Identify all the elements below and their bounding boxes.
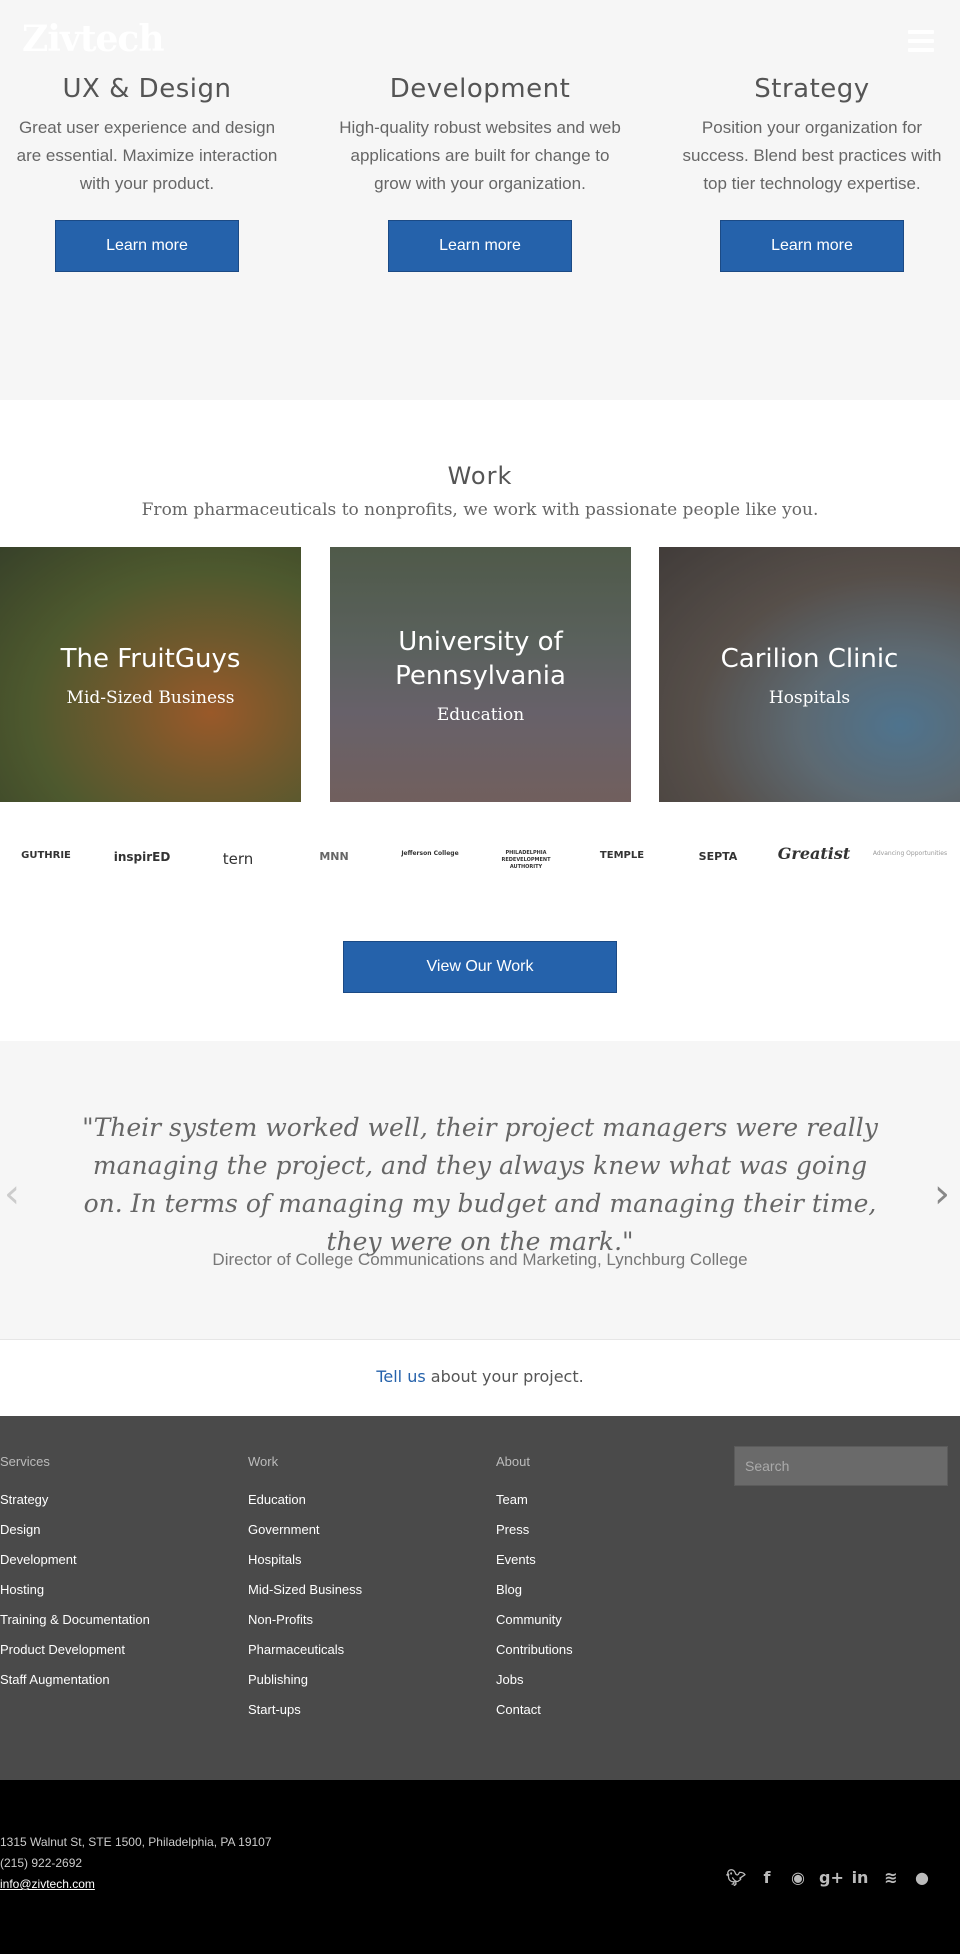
email-link[interactable]: info@zivtech.com: [0, 1877, 95, 1891]
footer-link[interactable]: Community: [496, 1605, 716, 1635]
client-logo: TEMPLE: [599, 850, 645, 861]
testimonial-section: ‹ "Their system worked well, their proje…: [0, 1041, 960, 1339]
card-title: University of Pennsylvania: [395, 626, 566, 691]
footer-link[interactable]: Publishing: [248, 1665, 468, 1695]
footer-heading[interactable]: About: [496, 1454, 716, 1469]
card-title: Carilion Clinic: [720, 643, 899, 674]
section-subtitle: From pharmaceuticals to nonprofits, we w…: [141, 500, 819, 520]
section-title: Work: [447, 462, 513, 490]
client-logo: SEPTA: [698, 850, 738, 863]
footer-link[interactable]: Start-ups: [248, 1695, 468, 1725]
client-logo: PHILADELPHIA REDEVELOPMENT AUTHORITY: [501, 850, 551, 870]
facebook-icon[interactable]: f: [757, 1868, 777, 1887]
testimonial-quote: "Their system worked well, their project…: [82, 1113, 878, 1256]
footer-work: Work Education Government Hospitals Mid-…: [248, 1454, 468, 1725]
site-logo[interactable]: Zivtech: [22, 18, 164, 60]
client-logos: GUTHRIE inspirED tern MNN Jefferson Coll…: [0, 840, 960, 890]
client-logo: Advancing Opportunities: [872, 850, 948, 857]
footer-link[interactable]: Pharmaceuticals: [248, 1635, 468, 1665]
card-category: Mid-Sized Business: [66, 687, 235, 708]
footer-link[interactable]: Events: [496, 1545, 716, 1575]
footer-link[interactable]: Team: [496, 1485, 716, 1515]
footer-heading[interactable]: Work: [248, 1454, 468, 1469]
footer-link[interactable]: Training & Documentation: [0, 1605, 220, 1635]
tell-us-link[interactable]: Tell us: [376, 1367, 425, 1386]
client-logo: Jefferson College: [401, 850, 459, 857]
chevron-right-icon[interactable]: ›: [934, 1171, 950, 1217]
search-input[interactable]: [734, 1446, 948, 1486]
footer-link[interactable]: Blog: [496, 1575, 716, 1605]
drupal-icon[interactable]: ●: [912, 1868, 932, 1887]
chevron-left-icon[interactable]: ‹: [4, 1171, 20, 1217]
cta-text: about your project.: [425, 1367, 584, 1386]
footer-link[interactable]: Development: [0, 1545, 220, 1575]
footer-link[interactable]: Staff Augmentation: [0, 1665, 220, 1695]
footer-link[interactable]: Non-Profits: [248, 1605, 468, 1635]
service-text: High-quality robust websites and web app…: [339, 118, 621, 193]
service-text: Great user experience and design are ess…: [16, 118, 278, 193]
footer-heading[interactable]: Services: [0, 1454, 220, 1469]
learn-more-button[interactable]: Learn more: [388, 220, 572, 272]
github-icon[interactable]: ◉: [788, 1868, 808, 1887]
card-title: The FruitGuys: [60, 643, 241, 674]
twitter-icon[interactable]: 🐦︎: [726, 1868, 746, 1887]
footer-link[interactable]: Press: [496, 1515, 716, 1545]
footer-link[interactable]: Product Development: [0, 1635, 220, 1665]
client-logo: Greatist: [777, 844, 851, 863]
work-card-upenn[interactable]: University of Pennsylvania Education: [330, 547, 631, 802]
service-development: Development High-quality robust websites…: [338, 74, 622, 272]
hamburger-menu-icon[interactable]: [908, 30, 934, 52]
footer-services: Services Strategy Design Development Hos…: [0, 1454, 220, 1695]
card-category: Hospitals: [768, 687, 851, 708]
service-text: Position your organization for success. …: [682, 118, 942, 193]
site-footer: Services Strategy Design Development Hos…: [0, 1416, 960, 1780]
social-links: 🐦︎ f ◉ g+ in ≋ ●: [715, 1868, 932, 1887]
work-card-carilion[interactable]: Carilion Clinic Hospitals: [659, 547, 960, 802]
contact-cta: Tell us about your project.: [0, 1339, 960, 1416]
client-logo: inspirED: [113, 850, 171, 864]
work-section: Work From pharmaceuticals to nonprofits,…: [0, 400, 960, 1041]
testimonial-attribution: Director of College Communications and M…: [212, 1250, 748, 1269]
footer-link[interactable]: Contributions: [496, 1635, 716, 1665]
phone: (215) 922-2692: [0, 1856, 83, 1870]
footer-link[interactable]: Jobs: [496, 1665, 716, 1695]
footer-link[interactable]: Hosting: [0, 1575, 220, 1605]
footer-about: About Team Press Events Blog Community C…: [496, 1454, 716, 1725]
footer-link[interactable]: Education: [248, 1485, 468, 1515]
work-card-fruitguys[interactable]: The FruitGuys Mid-Sized Business: [0, 547, 301, 802]
view-our-work-button[interactable]: View Our Work: [343, 941, 617, 993]
card-category: Education: [436, 704, 525, 725]
footer-link[interactable]: Design: [0, 1515, 220, 1545]
footer-link[interactable]: Hospitals: [248, 1545, 468, 1575]
learn-more-button[interactable]: Learn more: [720, 220, 904, 272]
rss-icon[interactable]: ≋: [881, 1868, 901, 1887]
client-logo: tern: [222, 850, 254, 868]
footer-link[interactable]: Strategy: [0, 1485, 220, 1515]
site-header: Zivtech: [0, 0, 960, 80]
footer-bottom: 1315 Walnut St, STE 1500, Philadelphia, …: [0, 1780, 960, 1954]
footer-link[interactable]: Government: [248, 1515, 468, 1545]
footer-link[interactable]: Mid-Sized Business: [248, 1575, 468, 1605]
client-logo: MNN: [319, 850, 349, 863]
client-logo: GUTHRIE: [21, 850, 71, 861]
linkedin-icon[interactable]: in: [850, 1868, 870, 1887]
service-ux-design: UX & Design Great user experience and de…: [5, 74, 289, 272]
service-strategy: Strategy Position your organization for …: [670, 74, 954, 272]
contact-info: 1315 Walnut St, STE 1500, Philadelphia, …: [0, 1832, 272, 1895]
footer-link[interactable]: Contact: [496, 1695, 716, 1725]
learn-more-button[interactable]: Learn more: [55, 220, 239, 272]
google-plus-icon[interactable]: g+: [819, 1868, 844, 1887]
address: 1315 Walnut St, STE 1500, Philadelphia, …: [0, 1835, 272, 1849]
